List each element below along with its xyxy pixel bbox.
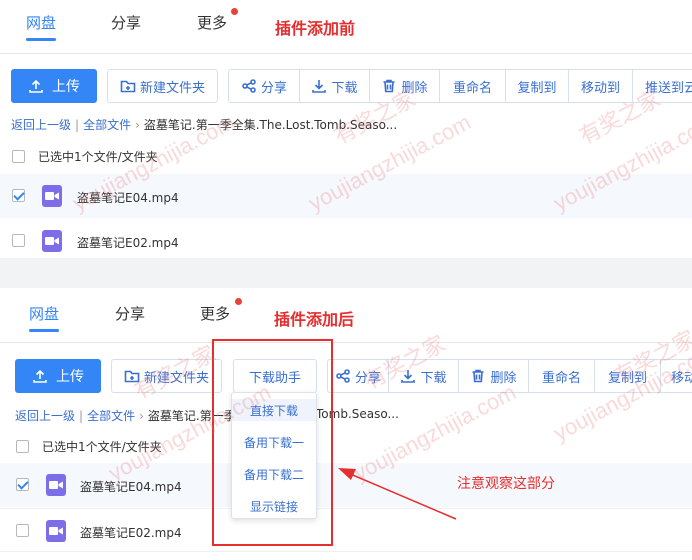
video-file-icon [42, 230, 62, 252]
selection-count: 已选中1个文件/文件夹 [42, 439, 162, 454]
new-folder-icon [124, 370, 140, 383]
file-name[interactable]: 盗墓笔记E02.mp4 [77, 234, 179, 251]
select-all-checkbox[interactable] [16, 439, 29, 453]
breadcrumb-separator: › [139, 409, 144, 423]
file-checkbox[interactable] [16, 478, 29, 491]
share-icon [242, 79, 256, 93]
delete-button[interactable]: 删除 [459, 359, 529, 393]
rename-button[interactable]: 重命名 [440, 69, 506, 103]
upload-icon [33, 369, 47, 383]
breadcrumb-current-folder: 盗墓笔记.第一季全集.The.Lost.Tomb.Seaso... [143, 118, 398, 132]
file-checkbox[interactable] [16, 524, 29, 537]
file-row[interactable]: 盗墓笔记E02.mp4 [0, 508, 692, 552]
toolbar: 上传 新建文件夹 下载助手 分享 下载 删除 重命名 复制到 移动 [0, 359, 692, 393]
notification-dot [231, 8, 238, 15]
video-file-icon [46, 520, 66, 542]
active-tab-underline [29, 329, 60, 332]
selection-bar: 已选中1个文件/文件夹 [0, 148, 692, 164]
new-folder-button[interactable]: 新建文件夹 [107, 69, 218, 103]
breadcrumb: 返回上一级 | 全部文件 › 盗墓笔记.第一季 [15, 407, 236, 424]
trash-icon [383, 79, 395, 93]
new-folder-icon [120, 80, 136, 93]
push-to-cloud-button[interactable]: 推送到云 [633, 69, 692, 103]
tab-share[interactable]: 分享 [115, 303, 145, 324]
video-file-icon [42, 185, 62, 207]
select-all-checkbox[interactable] [12, 149, 25, 163]
upload-button[interactable]: 上传 [11, 69, 97, 103]
file-checkbox[interactable] [12, 189, 25, 202]
breadcrumb: 返回上一级 | 全部文件 › 盗墓笔记.第一季全集.The.Lost.Tomb.Seas… [11, 116, 397, 133]
move-to-button[interactable]: 移动 [661, 359, 692, 393]
copy-to-button[interactable]: 复制到 [506, 69, 569, 103]
download-icon [401, 370, 416, 383]
upload-button[interactable]: 上传 [15, 359, 101, 393]
file-name[interactable]: 盗墓笔记E04.mp4 [80, 478, 182, 495]
panel-divider [0, 258, 692, 288]
breadcrumb-separator: | [79, 409, 84, 423]
upload-icon [29, 79, 43, 93]
selection-bar: 已选中1个文件/文件夹 [0, 438, 692, 454]
panel-before: 网盘 分享 更多 插件添加前 上传 新建文件夹 分享 下载 删除 重命名 复制到 [0, 0, 692, 258]
copy-to-button[interactable]: 复制到 [595, 359, 661, 393]
breadcrumb-separator: › [135, 118, 140, 132]
breadcrumb-back-link[interactable]: 返回上一级 [11, 118, 71, 132]
panel-after: 网盘 分享 更多 插件添加后 上传 新建文件夹 下载助手 分享 下载 删除 重命… [0, 288, 692, 560]
tab-netdisk[interactable]: 网盘 [26, 12, 57, 41]
new-folder-button[interactable]: 新建文件夹 [111, 359, 222, 393]
file-name[interactable]: 盗墓笔记E04.mp4 [77, 189, 179, 206]
delete-button[interactable]: 删除 [370, 69, 440, 103]
annotation-before: 插件添加前 [275, 19, 356, 38]
video-file-icon [46, 474, 66, 496]
top-tabs: 网盘 分享 更多 插件添加前 [0, 0, 692, 54]
tab-more[interactable]: 更多 [200, 303, 230, 324]
file-row[interactable]: 盗墓笔记E02.mp4 [0, 219, 692, 258]
active-tab-underline [26, 38, 57, 41]
notification-dot [235, 298, 242, 305]
breadcrumb-all-files-link[interactable]: 全部文件 [87, 409, 135, 423]
download-button[interactable]: 下载 [389, 359, 459, 393]
tab-share[interactable]: 分享 [111, 12, 141, 33]
breadcrumb-back-link[interactable]: 返回上一级 [15, 409, 75, 423]
file-row[interactable]: 盗墓笔记E04.mp4 [0, 463, 692, 507]
move-to-button[interactable]: 移动到 [569, 69, 633, 103]
share-button[interactable]: 分享 [228, 69, 300, 103]
highlight-box [212, 339, 333, 546]
share-button[interactable]: 分享 [327, 359, 389, 393]
tab-netdisk[interactable]: 网盘 [29, 303, 60, 332]
annotation-note: 注意观察这部分 [457, 476, 555, 492]
file-row[interactable]: 盗墓笔记E04.mp4 [0, 174, 692, 218]
download-icon [312, 80, 327, 93]
selection-count: 已选中1个文件/文件夹 [38, 149, 158, 164]
tab-more[interactable]: 更多 [197, 12, 227, 33]
breadcrumb-all-files-link[interactable]: 全部文件 [83, 118, 131, 132]
toolbar: 上传 新建文件夹 分享 下载 删除 重命名 复制到 移动到 推送到云 [0, 69, 692, 103]
rename-button[interactable]: 重命名 [529, 359, 595, 393]
file-name[interactable]: 盗墓笔记E02.mp4 [80, 524, 182, 541]
trash-icon [472, 369, 484, 383]
share-icon [336, 369, 350, 383]
file-checkbox[interactable] [12, 234, 25, 247]
annotation-after: 插件添加后 [274, 310, 355, 329]
breadcrumb-separator: | [75, 118, 80, 132]
top-tabs: 网盘 分享 更多 插件添加后 [0, 288, 692, 343]
download-button[interactable]: 下载 [300, 69, 370, 103]
